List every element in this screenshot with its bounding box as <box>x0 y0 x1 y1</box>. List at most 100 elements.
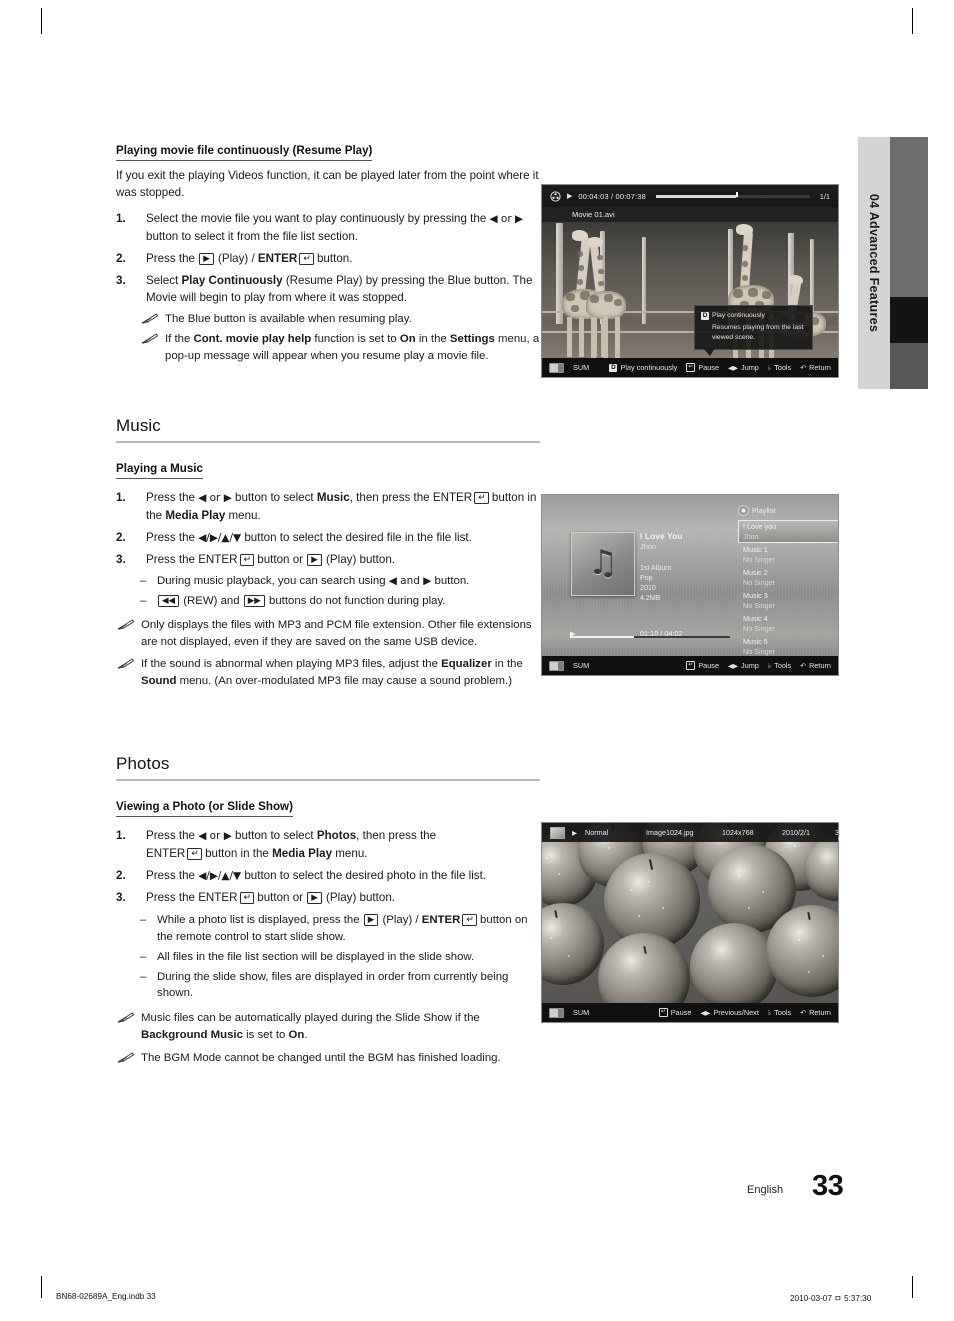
album-art: ♫ <box>571 532 635 596</box>
playlist-item[interactable]: Music 5 No Singer <box>738 635 838 658</box>
bottom-action-return[interactable]: ↶ Return <box>800 1008 831 1017</box>
photos-steps: 1. Press the ◀ or ▶ button to select Pho… <box>116 827 540 906</box>
step-number: 2. <box>116 868 126 882</box>
progress-fill <box>655 194 736 198</box>
note-item: The Blue button is available when resumi… <box>140 311 540 328</box>
bottom-action-pause[interactable]: ↵ Pause <box>686 363 719 372</box>
enter-key-icon: ↵ <box>462 914 477 927</box>
music-dashes: – During music playback, you can search … <box>140 573 540 610</box>
bottom-action-play-continuously[interactable]: D Play continuously <box>609 363 677 372</box>
chapter-marker-black <box>890 297 928 343</box>
photo-filename: Image1024.jpg <box>646 828 694 837</box>
playlist-header: Playlist 3/15 <box>738 505 775 516</box>
bottom-action-return[interactable]: ↶ Return <box>800 661 831 670</box>
playlist-item[interactable]: Music 2 No Singer <box>738 566 838 589</box>
step-item: 2. Press the ◀/▶/▲/▼ button to select th… <box>116 529 540 546</box>
photos-subheading: Viewing a Photo (or Slide Show) <box>116 800 293 818</box>
playlist-item[interactable]: Music 3 No Singer <box>738 589 838 612</box>
step-number: 3. <box>116 553 126 567</box>
bottom-action-tools[interactable]: ♭ Tools <box>768 661 791 670</box>
photos-section: Photos <box>116 754 540 781</box>
playlist[interactable]: I Love you Jhon Music 1 No Singer Music … <box>738 520 838 658</box>
music-progress[interactable]: ▶ 01:10 / 04:02 <box>570 629 730 638</box>
step-text: Press the ENTER ↵ button or ▶ (Play) butt… <box>146 553 395 567</box>
bottom-action-pause[interactable]: ↵ Pause <box>686 661 719 670</box>
tooltip-body: Resumes playing from the last viewed sce… <box>712 323 804 341</box>
track-year: 2010 <box>640 584 656 593</box>
music-section: Music <box>116 416 540 443</box>
video-playback-screenshot: ▶ 00:04:03 / 00:07:38 1/1 Movie 01.avi D… <box>541 184 839 378</box>
enter-key-icon: ↵ <box>239 554 255 567</box>
footer-page-number: 33 <box>812 1170 844 1202</box>
dash-text: During the slide show, files are display… <box>157 970 509 1000</box>
track-title: I Love You <box>640 531 683 541</box>
return-arrow-icon: ↶ <box>800 363 807 372</box>
track-album: 1st Album <box>640 564 672 572</box>
dash-text: While a photo list is displayed, press t… <box>157 914 528 944</box>
progress-knob[interactable] <box>735 191 738 197</box>
dash-item: – All files in the file list section wil… <box>140 949 540 966</box>
step-item: 2. Press the ▶ (Play) / ENTER ↵ button. <box>116 250 540 267</box>
enter-key-icon: ↵ <box>187 847 202 860</box>
dash-bullet: – <box>140 575 147 588</box>
bottom-action-jump[interactable]: ◀▶ Jump <box>728 363 759 372</box>
photo-date: 2010/2/1 <box>782 828 810 837</box>
note-item: Only displays the files with MP3 and PCM… <box>116 617 540 651</box>
bottom-action-previous-next[interactable]: ◀▶ Previous/Next <box>700 1008 758 1017</box>
playlist-item[interactable]: Music 4 No Singer <box>738 612 838 635</box>
step-text: Press the ◀ or ▶ button to select Music,… <box>146 491 537 522</box>
playlist-label: Playlist <box>752 506 776 515</box>
step-text: Select the movie file you want to play c… <box>146 212 524 243</box>
playlist-item[interactable]: Music 1 No Singer <box>738 543 838 566</box>
dash-bullet: – <box>140 595 147 608</box>
note-text: Only displays the files with MP3 and PCM… <box>141 618 532 648</box>
step-item: 1. Select the movie file you want to pla… <box>116 210 540 244</box>
step-item: 3. Press the ENTER ↵ button or ▶ (Play) b… <box>116 889 540 906</box>
pencil-icon <box>141 313 159 324</box>
ff-key-icon: ▶▶ <box>243 595 265 608</box>
playlist-item-artist: No Singer <box>743 554 775 564</box>
tools-icon: ♭ <box>767 661 772 670</box>
bottom-action-tools[interactable]: ♭ Tools <box>768 1008 791 1017</box>
action-label: Play continuously <box>620 363 678 372</box>
note-text: The Blue button is available when resumi… <box>165 312 412 325</box>
note-text: The BGM Mode cannot be changed until the… <box>141 1051 501 1064</box>
dash-bullet: – <box>140 970 147 983</box>
video-bottom-bar: SUM D Play continuously ↵ Pause ◀▶ Jump … <box>542 358 838 377</box>
photos-dashes: – While a photo list is displayed, press… <box>140 912 540 1002</box>
step-number: 2. <box>116 251 126 265</box>
photo-thumbnail-icon <box>550 826 565 839</box>
section-title-photos: Photos <box>116 754 170 773</box>
track-genre: Pop <box>640 574 653 583</box>
usb-device-icon <box>549 362 564 373</box>
step-text: Select Play Continuously (Resume Play) b… <box>146 273 533 304</box>
music-source-label: SUM <box>573 661 590 670</box>
note-text: If the sound is abnormal when playing MP… <box>141 658 523 688</box>
enter-key-icon: ↵ <box>299 252 314 265</box>
action-label: Tools <box>774 1008 792 1017</box>
photo-viewer-screenshot: ▶ Normal Image1024.jpg 1024x768 2010/2/1… <box>541 822 839 1023</box>
crop-mark-bl <box>41 1276 42 1298</box>
manual-page: 04 Advanced Features Playing movie file … <box>0 0 954 1321</box>
chapter-tab-label: 04 Advanced Features <box>867 193 881 333</box>
action-label: Pause <box>670 1008 692 1017</box>
action-label: Tools <box>774 363 792 372</box>
video-source-label: SUM <box>573 363 590 372</box>
video-progress-bar[interactable] <box>655 191 810 198</box>
bottom-action-jump[interactable]: ◀▶ Jump <box>728 661 759 670</box>
bottom-action-return[interactable]: ↶ Return <box>800 363 831 372</box>
playlist-item-title: Music 5 <box>743 637 768 646</box>
music-bottom-bar: SUM ↵ Pause ◀▶ Jump ♭ Tools ↶ Return <box>542 656 838 675</box>
enter-key-icon: ↵ <box>686 661 696 670</box>
play-key-icon: ▶ <box>307 892 322 905</box>
bottom-action-pause[interactable]: ↵ Pause <box>658 1008 692 1017</box>
bottom-action-tools[interactable]: ♭ Tools <box>768 363 791 372</box>
photo-canvas: ▶ Normal Image1024.jpg 1024x768 2010/2/1… <box>542 823 838 1022</box>
play-key-icon: ▶ <box>199 252 214 265</box>
playlist-item-artist: No Singer <box>743 646 775 656</box>
track-artist: Jhon <box>640 542 657 551</box>
playlist-item-selected[interactable]: I Love you Jhon <box>738 520 838 543</box>
video-page-index: 1/1 <box>819 191 830 201</box>
photo-resolution: 1024x768 <box>722 828 754 837</box>
step-item: 1. Press the ◀ or ▶ button to select Pho… <box>116 827 540 861</box>
